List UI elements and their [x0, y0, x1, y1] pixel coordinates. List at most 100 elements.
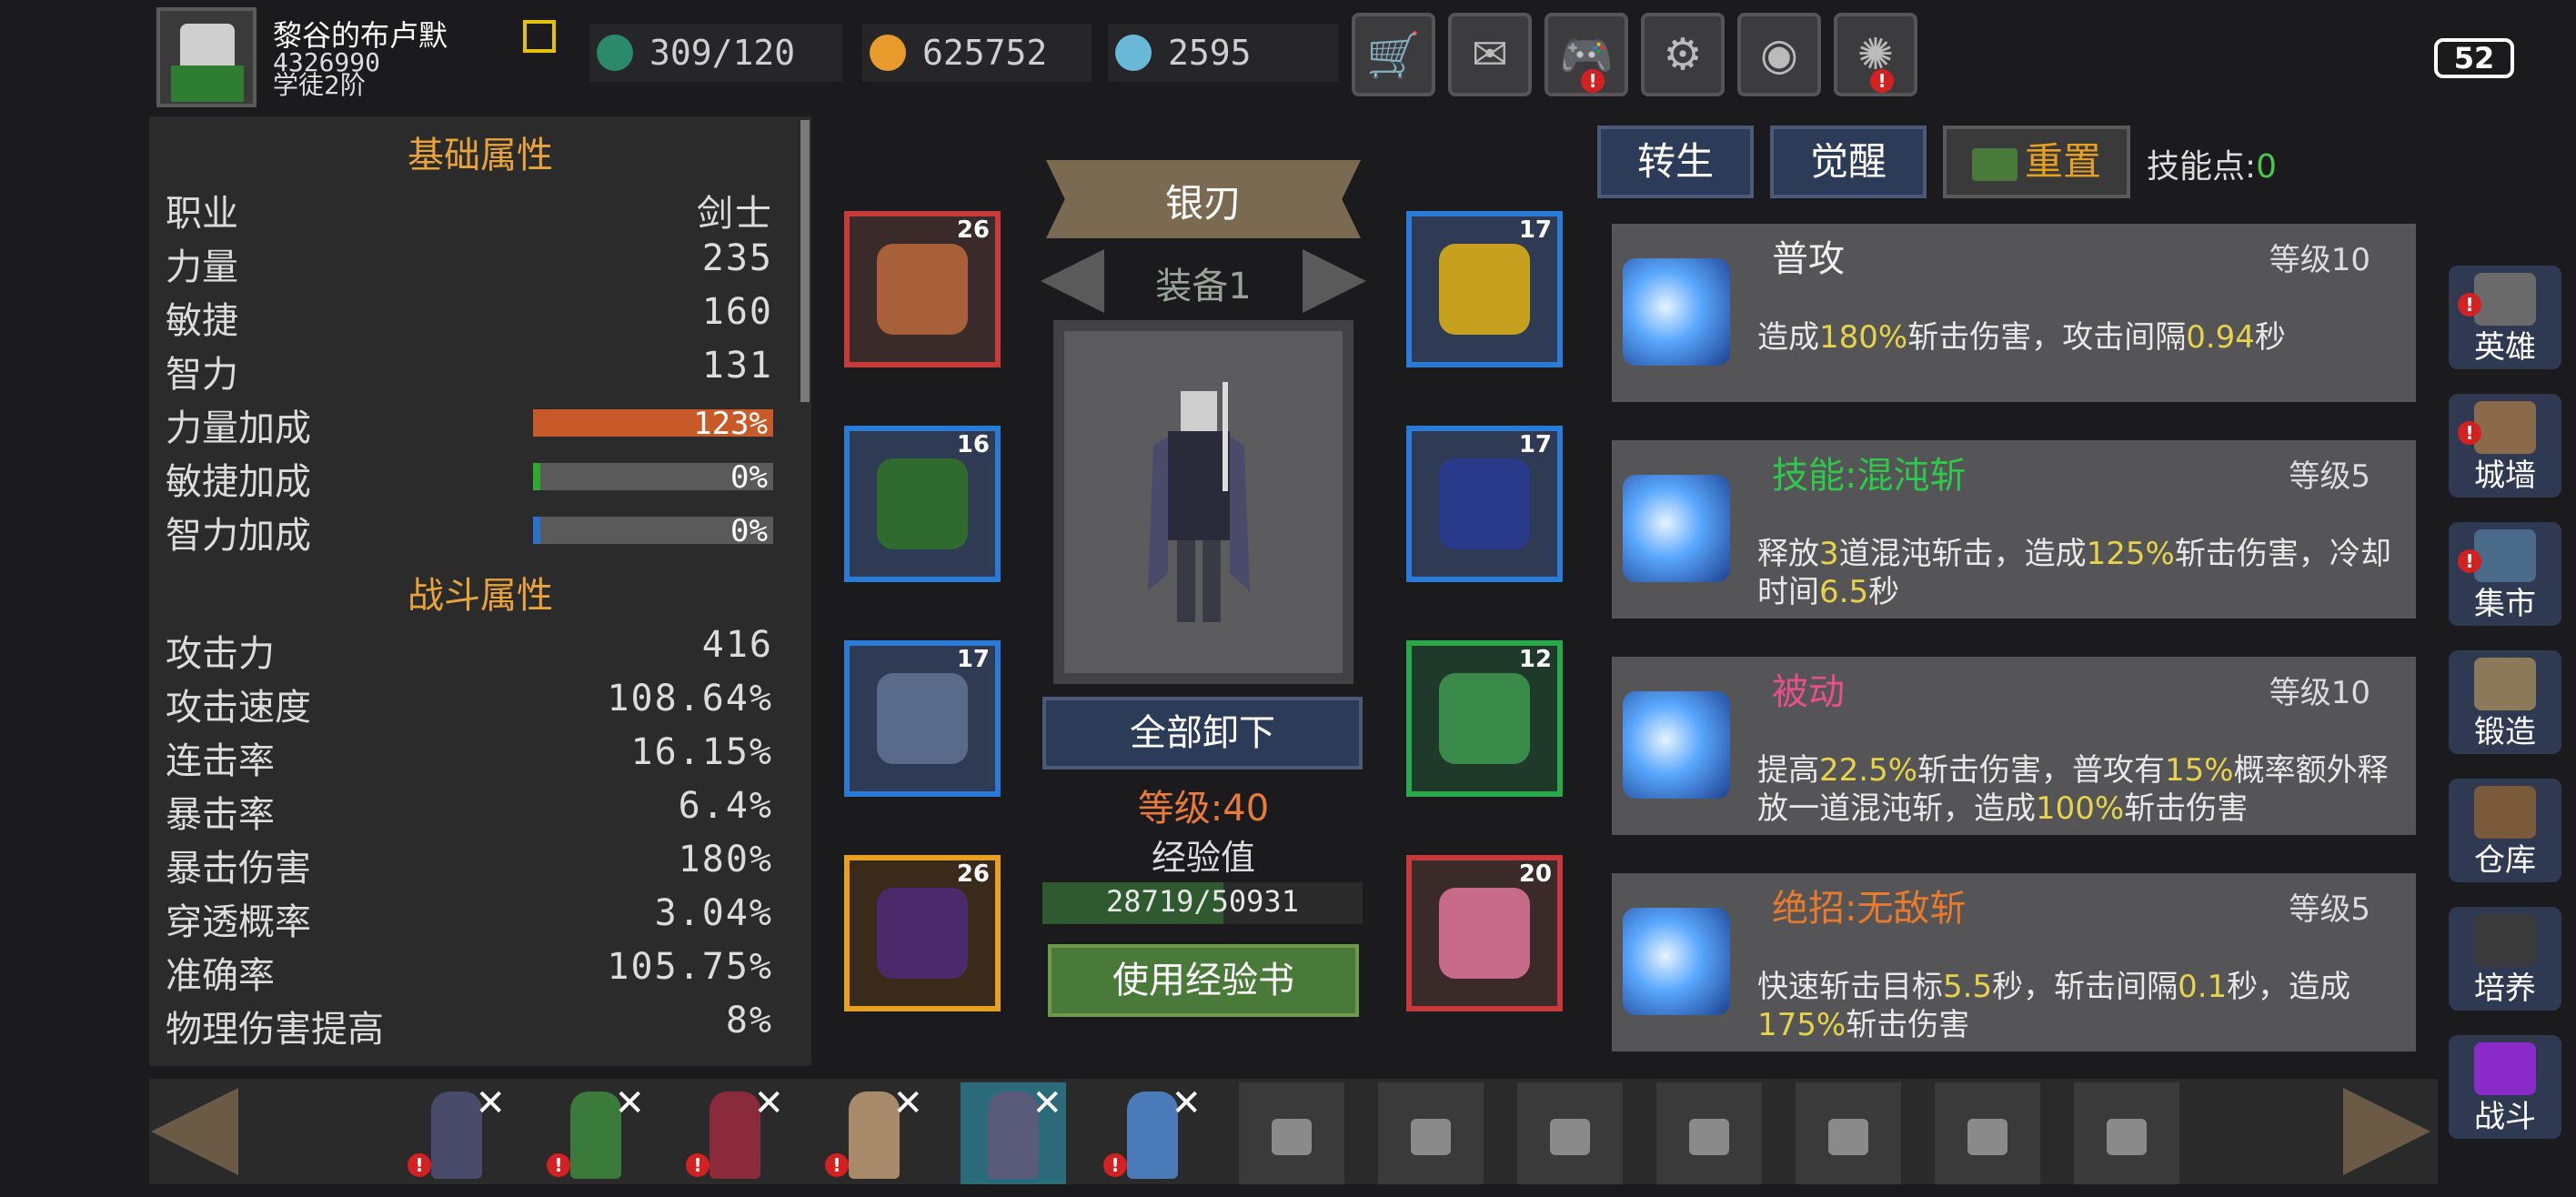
- stamina-display: 309/120: [589, 24, 842, 82]
- roster-hero-slot[interactable]: ✕!: [821, 1082, 927, 1184]
- side-nav-item[interactable]: 锻造: [2449, 650, 2561, 754]
- skill-points-label: 技能点:: [2147, 148, 2257, 186]
- gem-display: 2595: [1108, 24, 1339, 82]
- side-nav-item[interactable]: 城墙!: [2449, 394, 2561, 498]
- combat-stat-value: 180%: [678, 839, 773, 880]
- lock-icon: [2107, 1119, 2147, 1155]
- skill-description-text: 斩击伤害，普攻有: [1917, 752, 2166, 789]
- roster-locked-slot[interactable]: [1935, 1082, 2040, 1184]
- combat-stat-label: 物理伤害提高: [166, 1009, 384, 1051]
- mail-button[interactable]: ✉: [1448, 13, 1532, 96]
- gamepad-button[interactable]: 🎮!: [1545, 13, 1628, 96]
- bonus-stat-label: 敏捷加成: [166, 461, 311, 503]
- skill-icon: [1623, 908, 1730, 1015]
- skill-description-text: 5.5: [1943, 969, 1993, 1005]
- bonus-stat-value: 0%: [730, 459, 768, 496]
- remove-hero-icon[interactable]: ✕: [1171, 1082, 1202, 1124]
- roster-hero-slot[interactable]: ✕: [961, 1082, 1066, 1184]
- combat-stat-label: 攻击速度: [166, 687, 311, 729]
- skill-level: 等级5: [2289, 458, 2370, 495]
- fireworks-button[interactable]: ✺!: [1834, 13, 1917, 96]
- roster-locked-slot[interactable]: [1656, 1082, 1762, 1184]
- equipment-slot-right[interactable]: 17: [1406, 211, 1563, 367]
- gold-display: 625752: [862, 24, 1092, 82]
- lock-icon: [1272, 1119, 1312, 1155]
- side-nav-item[interactable]: 集市!: [2449, 522, 2561, 626]
- skill-description-text: 0.1: [2178, 969, 2228, 1005]
- remove-hero-icon[interactable]: ✕: [892, 1082, 923, 1124]
- remove-hero-icon[interactable]: ✕: [1031, 1082, 1062, 1124]
- roster-hero-slot[interactable]: ✕!: [543, 1082, 649, 1184]
- roster-locked-slot[interactable]: [1239, 1082, 1344, 1184]
- combat-stat-label: 攻击力: [166, 633, 275, 675]
- use-exp-book-button[interactable]: 使用经验书: [1048, 944, 1359, 1017]
- skill-description-text: 斩击伤害，攻击间隔: [1907, 319, 2187, 356]
- basic-stat-value: 131: [701, 345, 773, 387]
- equipment-slot-left[interactable]: 17: [844, 640, 1001, 797]
- skill-card[interactable]: 技能:混沌斩 等级5 释放3道混沌斩击，造成125%斩击伤害，冷却时间6.5秒: [1612, 440, 2416, 619]
- roster-locked-slot[interactable]: [1796, 1082, 1901, 1184]
- awaken-tab[interactable]: 觉醒: [1770, 126, 1927, 198]
- roster-hero-slot[interactable]: ✕!: [682, 1082, 788, 1184]
- basic-stat-value: 剑士: [697, 193, 773, 235]
- equipment-item-icon: [1439, 888, 1530, 979]
- side-nav-label: 英雄: [2474, 329, 2536, 366]
- equipment-slot-right[interactable]: 17: [1406, 426, 1563, 582]
- video-ad-icon: [1971, 147, 2018, 181]
- skill-description-text: 0.94: [2186, 319, 2255, 356]
- side-nav-icon: [2474, 401, 2536, 454]
- basic-stat-value: 235: [701, 237, 773, 279]
- prev-set-arrow-icon[interactable]: [1041, 249, 1104, 313]
- combat-stat-row: 准确率 105.75%: [166, 946, 773, 999]
- roster-locked-slot[interactable]: [1517, 1082, 1623, 1184]
- roster-locked-slot[interactable]: [1378, 1082, 1484, 1184]
- roster-hero-slot[interactable]: ✕!: [404, 1082, 509, 1184]
- gacha-icon: ◉: [1760, 29, 1798, 80]
- skill-name: 普攻: [1772, 238, 1845, 280]
- rebirth-tab[interactable]: 转生: [1597, 126, 1754, 198]
- edit-icon[interactable]: [523, 20, 556, 53]
- settings-button[interactable]: ⚙: [1641, 13, 1725, 96]
- gacha-button[interactable]: ◉: [1737, 13, 1821, 96]
- bonus-stat-bar: 0%: [533, 513, 773, 549]
- reset-skills-button[interactable]: 重置: [1943, 126, 2130, 198]
- skill-description-text: 道混沌斩击，造成: [1838, 536, 2087, 572]
- skill-description-text: 快速斩击目标: [1757, 969, 1943, 1005]
- side-nav-item[interactable]: 培养: [2449, 907, 2561, 1011]
- combat-stat-label: 穿透概率: [166, 901, 311, 943]
- combat-stat-value: 105.75%: [607, 946, 773, 988]
- unequip-all-button[interactable]: 全部卸下: [1042, 697, 1363, 770]
- equipment-item-level: 17: [956, 646, 990, 673]
- roster-hero-slot[interactable]: ✕!: [1100, 1082, 1205, 1184]
- equipment-slot-left[interactable]: 26: [844, 855, 1001, 1011]
- roster-locked-slot[interactable]: [2074, 1082, 2179, 1184]
- lock-icon: [1550, 1119, 1590, 1155]
- equipment-slot-right[interactable]: 12: [1406, 640, 1563, 797]
- remove-hero-icon[interactable]: ✕: [614, 1082, 645, 1124]
- skill-card[interactable]: 绝招:无敌斩 等级5 快速斩击目标5.5秒，斩击间隔0.1秒，造成 175%斩击伤害: [1612, 873, 2416, 1051]
- equipment-slot-left[interactable]: 16: [844, 426, 1001, 582]
- combat-stat-row: 物理伤害提高 8%: [166, 1000, 773, 1052]
- skill-card[interactable]: 普攻 等级10 造成180%斩击伤害，攻击间隔0.94秒: [1612, 224, 2416, 402]
- skill-description-text: 22.5%: [1819, 752, 1918, 789]
- side-nav-item[interactable]: 仓库: [2449, 779, 2561, 882]
- side-nav-item[interactable]: 战斗: [2449, 1035, 2561, 1139]
- equipment-slot-right[interactable]: 20: [1406, 855, 1563, 1011]
- bonus-stat-row: 智力加成 0%: [166, 506, 773, 558]
- side-nav-label: 城墙: [2474, 458, 2536, 494]
- equipment-item-icon: [1439, 244, 1530, 335]
- skill-card[interactable]: 被动 等级10 提高22.5%斩击伤害，普攻有15%概率额外释放一道混沌斩，造成10…: [1612, 657, 2416, 835]
- next-set-arrow-icon[interactable]: [1303, 249, 1366, 313]
- reset-label: 重置: [2024, 139, 2101, 184]
- bonus-stat-bar-fill: [533, 517, 540, 544]
- remove-hero-icon[interactable]: ✕: [753, 1082, 784, 1124]
- side-nav-item[interactable]: 英雄!: [2449, 266, 2561, 369]
- remove-hero-icon[interactable]: ✕: [475, 1082, 506, 1124]
- equipment-slot-left[interactable]: 26: [844, 211, 1001, 367]
- experience-label: 经验值: [1151, 838, 1255, 878]
- shop-button[interactable]: 🛒: [1352, 13, 1435, 96]
- player-avatar[interactable]: [156, 7, 257, 107]
- skill-name: 被动: [1772, 671, 1845, 713]
- equipment-item-level: 20: [1518, 860, 1552, 888]
- skill-level: 等级10: [2269, 675, 2370, 711]
